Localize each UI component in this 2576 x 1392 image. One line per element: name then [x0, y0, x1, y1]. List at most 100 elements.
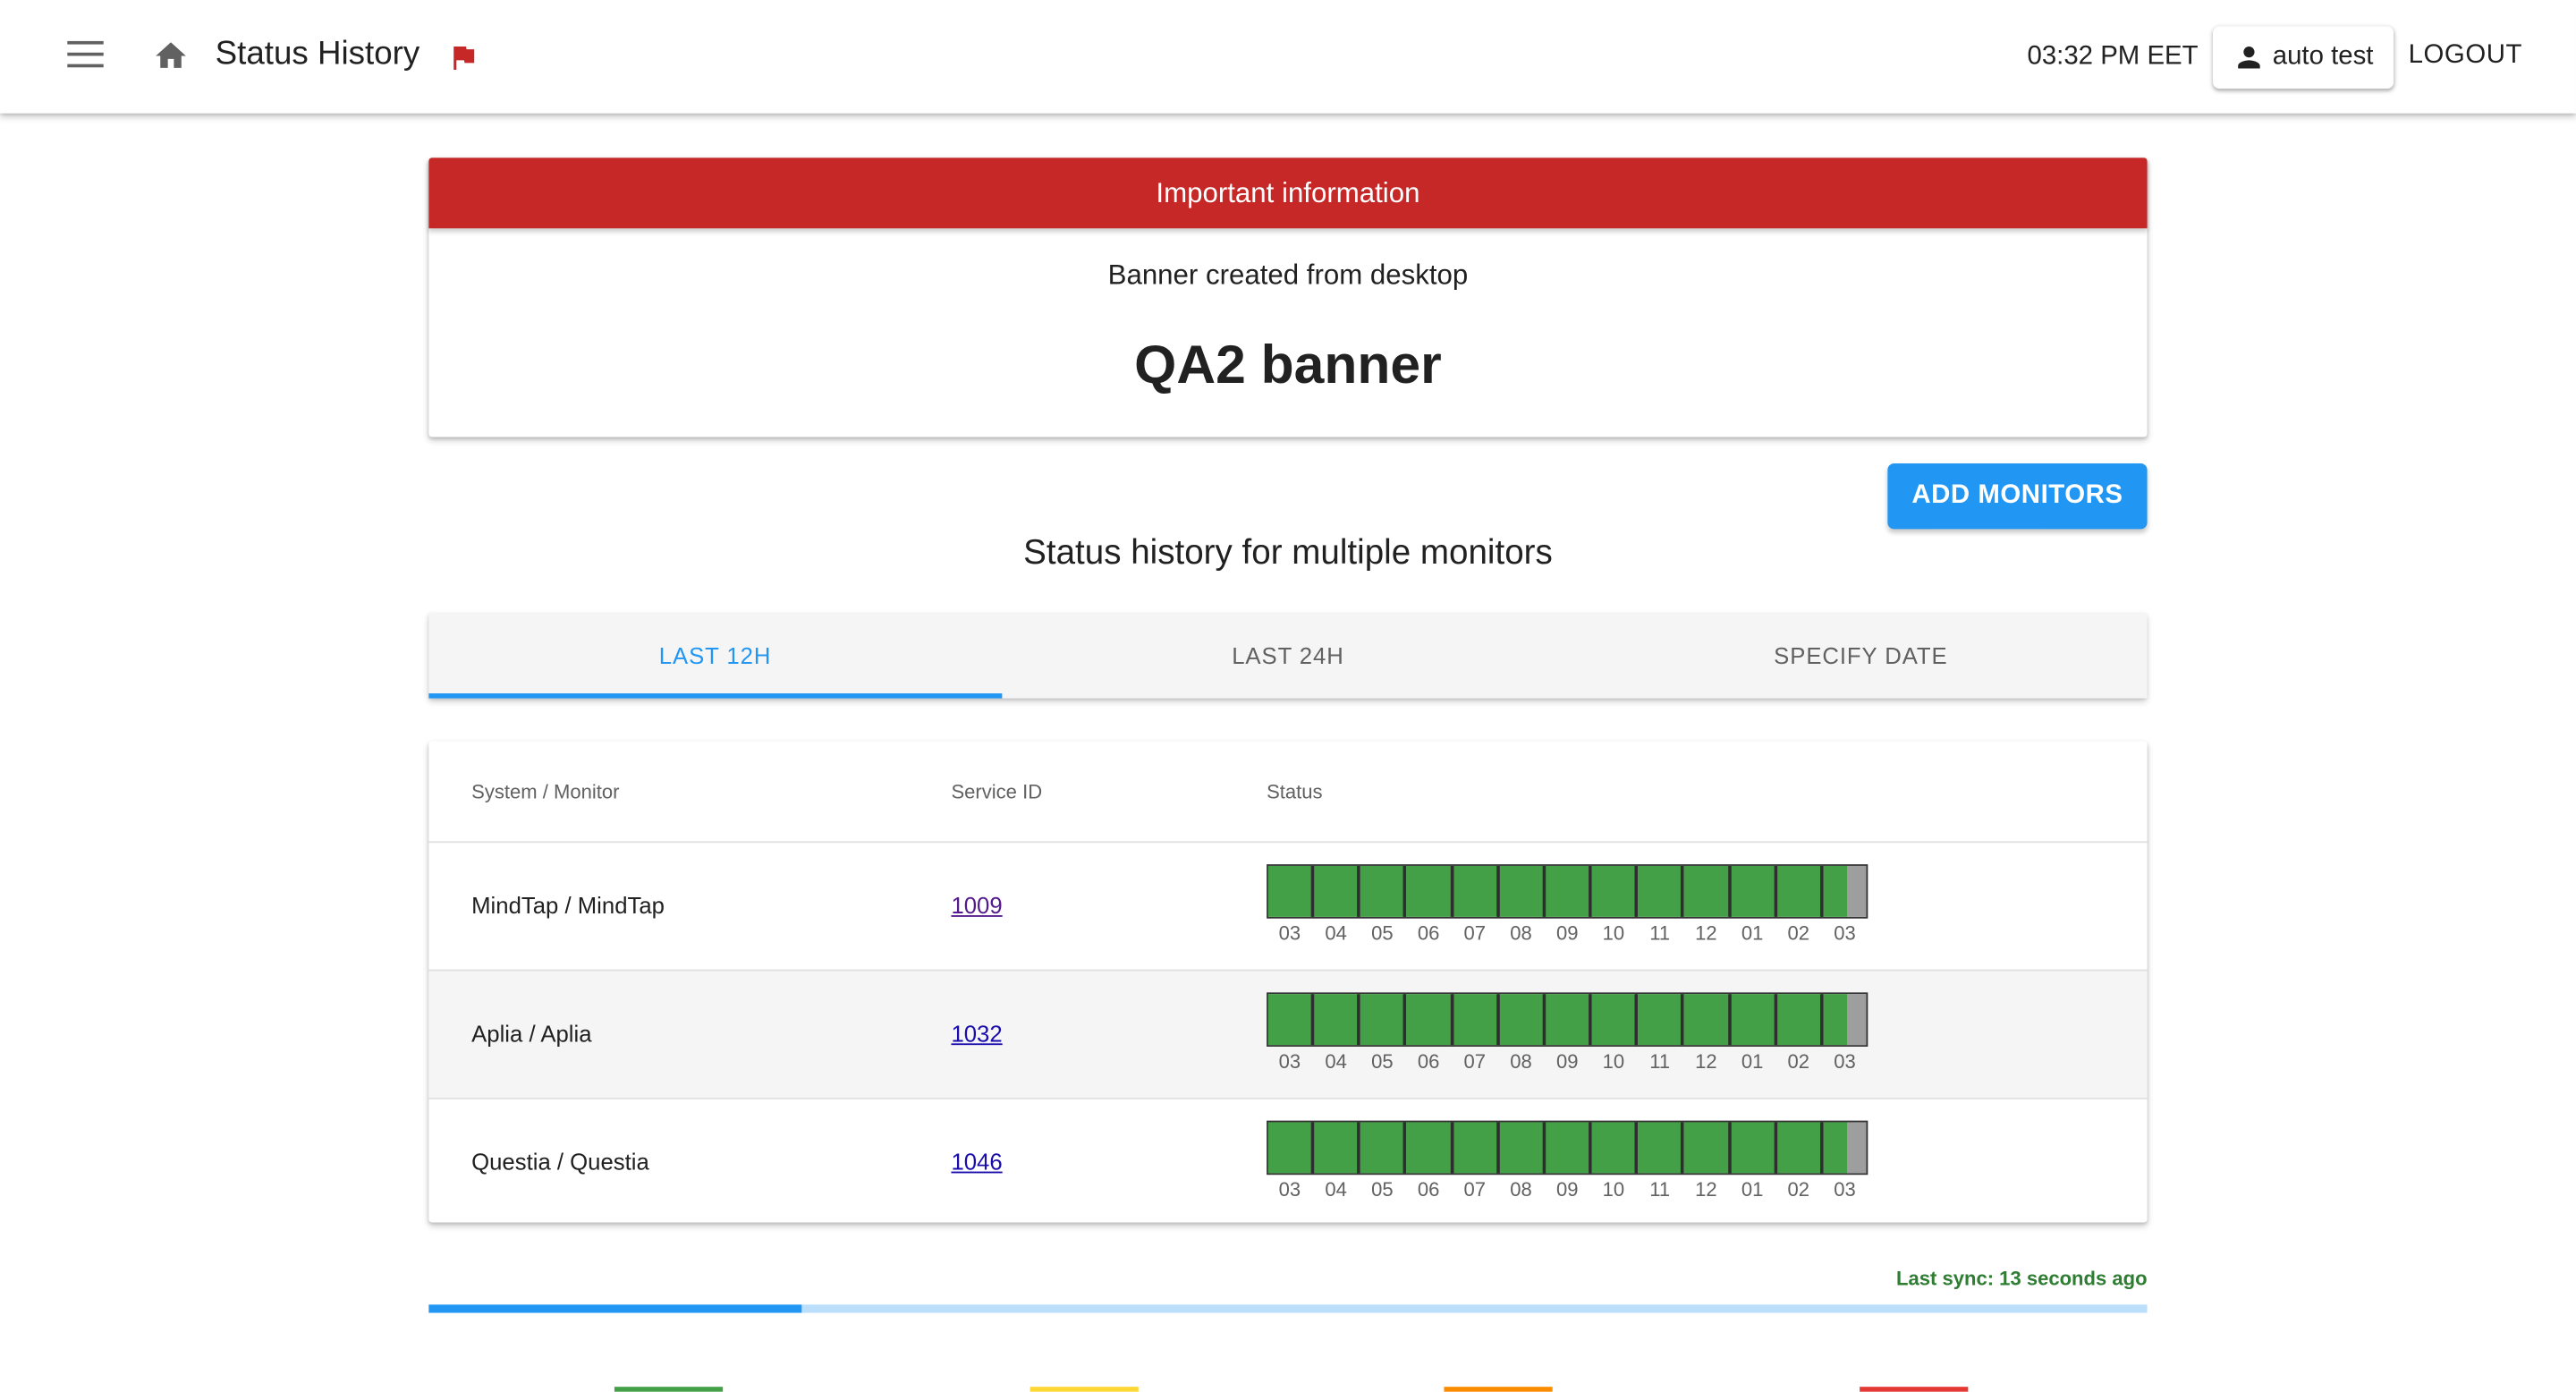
- hour-label: 06: [1417, 1049, 1440, 1074]
- status-segment[interactable]: [1453, 1122, 1500, 1174]
- status-segment[interactable]: [1314, 865, 1361, 917]
- hour-label: 12: [1695, 1177, 1717, 1201]
- status-segment[interactable]: [1407, 1122, 1453, 1174]
- hour-label: 07: [1463, 1177, 1487, 1201]
- hour-label: 03: [1834, 921, 1856, 946]
- status-segment[interactable]: [1776, 1122, 1824, 1174]
- monitor-name: Aplia / Aplia: [471, 1020, 592, 1047]
- status-bar-strip: [1267, 1120, 1868, 1176]
- hour-label: 11: [1649, 1049, 1671, 1074]
- sync-progress-bar: [428, 1304, 2148, 1313]
- status-segment[interactable]: [1314, 1122, 1361, 1174]
- legend-swatch-up: [614, 1387, 724, 1392]
- status-segment[interactable]: [1684, 865, 1732, 917]
- status-segment[interactable]: [1638, 1122, 1685, 1174]
- legend-swatch-warning: [1030, 1387, 1139, 1392]
- hour-label: 07: [1463, 1049, 1487, 1074]
- hour-label: 10: [1602, 1177, 1625, 1201]
- status-timeline: 03 04 05 06 07 08 09 10 11 12 01 02 03: [1267, 864, 1868, 945]
- status-segment[interactable]: [1499, 1122, 1546, 1174]
- flag-icon[interactable]: [447, 39, 480, 75]
- status-segment[interactable]: [1546, 1122, 1592, 1174]
- status-segment[interactable]: [1267, 1122, 1315, 1174]
- hour-label: 03: [1834, 1177, 1856, 1201]
- status-segment[interactable]: [1684, 1122, 1732, 1174]
- legend-swatch-degraded: [1444, 1387, 1553, 1392]
- hour-label: 03: [1278, 921, 1301, 946]
- column-header-service: Service ID: [951, 780, 1043, 804]
- hour-label: 12: [1695, 921, 1717, 946]
- hour-label: 02: [1787, 1177, 1810, 1201]
- status-segment[interactable]: [1267, 994, 1315, 1046]
- add-monitors-button[interactable]: ADD MONITORS: [1887, 463, 2148, 530]
- hour-label: 01: [1741, 1049, 1764, 1074]
- table-row: Aplia / Aplia 1032 03 04 05 06 07 08 09 10 11 12 0…: [428, 971, 2148, 1099]
- status-timeline: 03 04 05 06 07 08 09 10 11 12 01 02 03: [1267, 992, 1868, 1073]
- hour-label: 02: [1787, 1049, 1810, 1074]
- status-segment[interactable]: [1453, 994, 1500, 1046]
- hour-label: 08: [1510, 1177, 1532, 1201]
- status-segment[interactable]: [1360, 1122, 1408, 1174]
- status-segment[interactable]: [1407, 994, 1453, 1046]
- hour-label: 10: [1602, 1049, 1625, 1074]
- status-segment[interactable]: [1823, 1122, 1867, 1174]
- service-id-link[interactable]: 1032: [951, 1021, 1002, 1047]
- status-segment[interactable]: [1638, 865, 1685, 917]
- hour-label: 01: [1741, 921, 1764, 946]
- status-segment[interactable]: [1499, 994, 1546, 1046]
- status-segment[interactable]: [1591, 1122, 1639, 1174]
- status-segment[interactable]: [1776, 994, 1824, 1046]
- hour-label: 03: [1278, 1049, 1301, 1074]
- monitor-name: Questia / Questia: [471, 1148, 649, 1176]
- logout-button[interactable]: LOGOUT: [2409, 41, 2522, 71]
- status-segment[interactable]: [1314, 994, 1361, 1046]
- tab-last-12h[interactable]: LAST 12H: [428, 613, 1002, 699]
- person-icon: [2238, 47, 2261, 69]
- status-segment[interactable]: [1823, 994, 1867, 1046]
- time-range-tabs: LAST 12H LAST 24H SPECIFY DATE: [428, 613, 2148, 699]
- status-segment[interactable]: [1360, 865, 1408, 917]
- status-segment[interactable]: [1591, 994, 1639, 1046]
- tab-last-24h[interactable]: LAST 24H: [1002, 613, 1574, 699]
- status-segment[interactable]: [1731, 865, 1777, 917]
- status-segment[interactable]: [1546, 865, 1592, 917]
- hour-labels: 03 04 05 06 07 08 09 10 11 12 01 02 03: [1267, 1178, 1868, 1201]
- table-row: MindTap / MindTap 1009 03 04 05 06 07 08 09 10 1…: [428, 843, 2148, 972]
- table-header: System / Monitor Service ID Status: [428, 741, 2148, 844]
- hour-label: 03: [1834, 1049, 1856, 1074]
- column-header-status: Status: [1267, 780, 1323, 804]
- important-banner: Important information Banner created fro…: [428, 157, 2148, 437]
- column-header-system: System / Monitor: [471, 780, 620, 804]
- status-segment[interactable]: [1684, 994, 1732, 1046]
- service-id-link[interactable]: 1046: [951, 1149, 1002, 1175]
- user-button[interactable]: auto test: [2213, 26, 2394, 89]
- service-id-link[interactable]: 1009: [951, 892, 1002, 918]
- hour-label: 05: [1371, 1177, 1394, 1201]
- status-segment[interactable]: [1638, 994, 1685, 1046]
- table-row: Questia / Questia 1046 03 04 05 06 07 08 09 10 1…: [428, 1099, 2147, 1226]
- status-segment[interactable]: [1731, 994, 1777, 1046]
- home-icon[interactable]: [151, 38, 191, 73]
- clock-time: 03:32 PM EET: [2027, 42, 2199, 71]
- hour-label: 09: [1555, 1049, 1579, 1074]
- status-segment[interactable]: [1731, 1122, 1777, 1174]
- status-segment[interactable]: [1407, 865, 1453, 917]
- status-segment[interactable]: [1499, 865, 1546, 917]
- hour-label: 08: [1510, 921, 1532, 946]
- status-segment[interactable]: [1546, 994, 1592, 1046]
- legend-swatch-down: [1860, 1387, 1969, 1392]
- hour-labels: 03 04 05 06 07 08 09 10 11 12 01 02 03: [1267, 1050, 1868, 1074]
- user-name: auto test: [2272, 42, 2374, 71]
- menu-icon[interactable]: [67, 40, 104, 71]
- status-segment[interactable]: [1591, 865, 1639, 917]
- status-segment[interactable]: [1823, 865, 1867, 917]
- hour-label: 04: [1325, 1049, 1347, 1074]
- status-segment[interactable]: [1453, 865, 1500, 917]
- hour-label: 06: [1417, 1177, 1440, 1201]
- hour-label: 11: [1649, 921, 1671, 946]
- hour-label: 06: [1417, 921, 1440, 946]
- status-segment[interactable]: [1267, 865, 1315, 917]
- status-segment[interactable]: [1360, 994, 1408, 1046]
- status-segment[interactable]: [1776, 865, 1824, 917]
- tab-specify-date[interactable]: SPECIFY DATE: [1574, 613, 2147, 699]
